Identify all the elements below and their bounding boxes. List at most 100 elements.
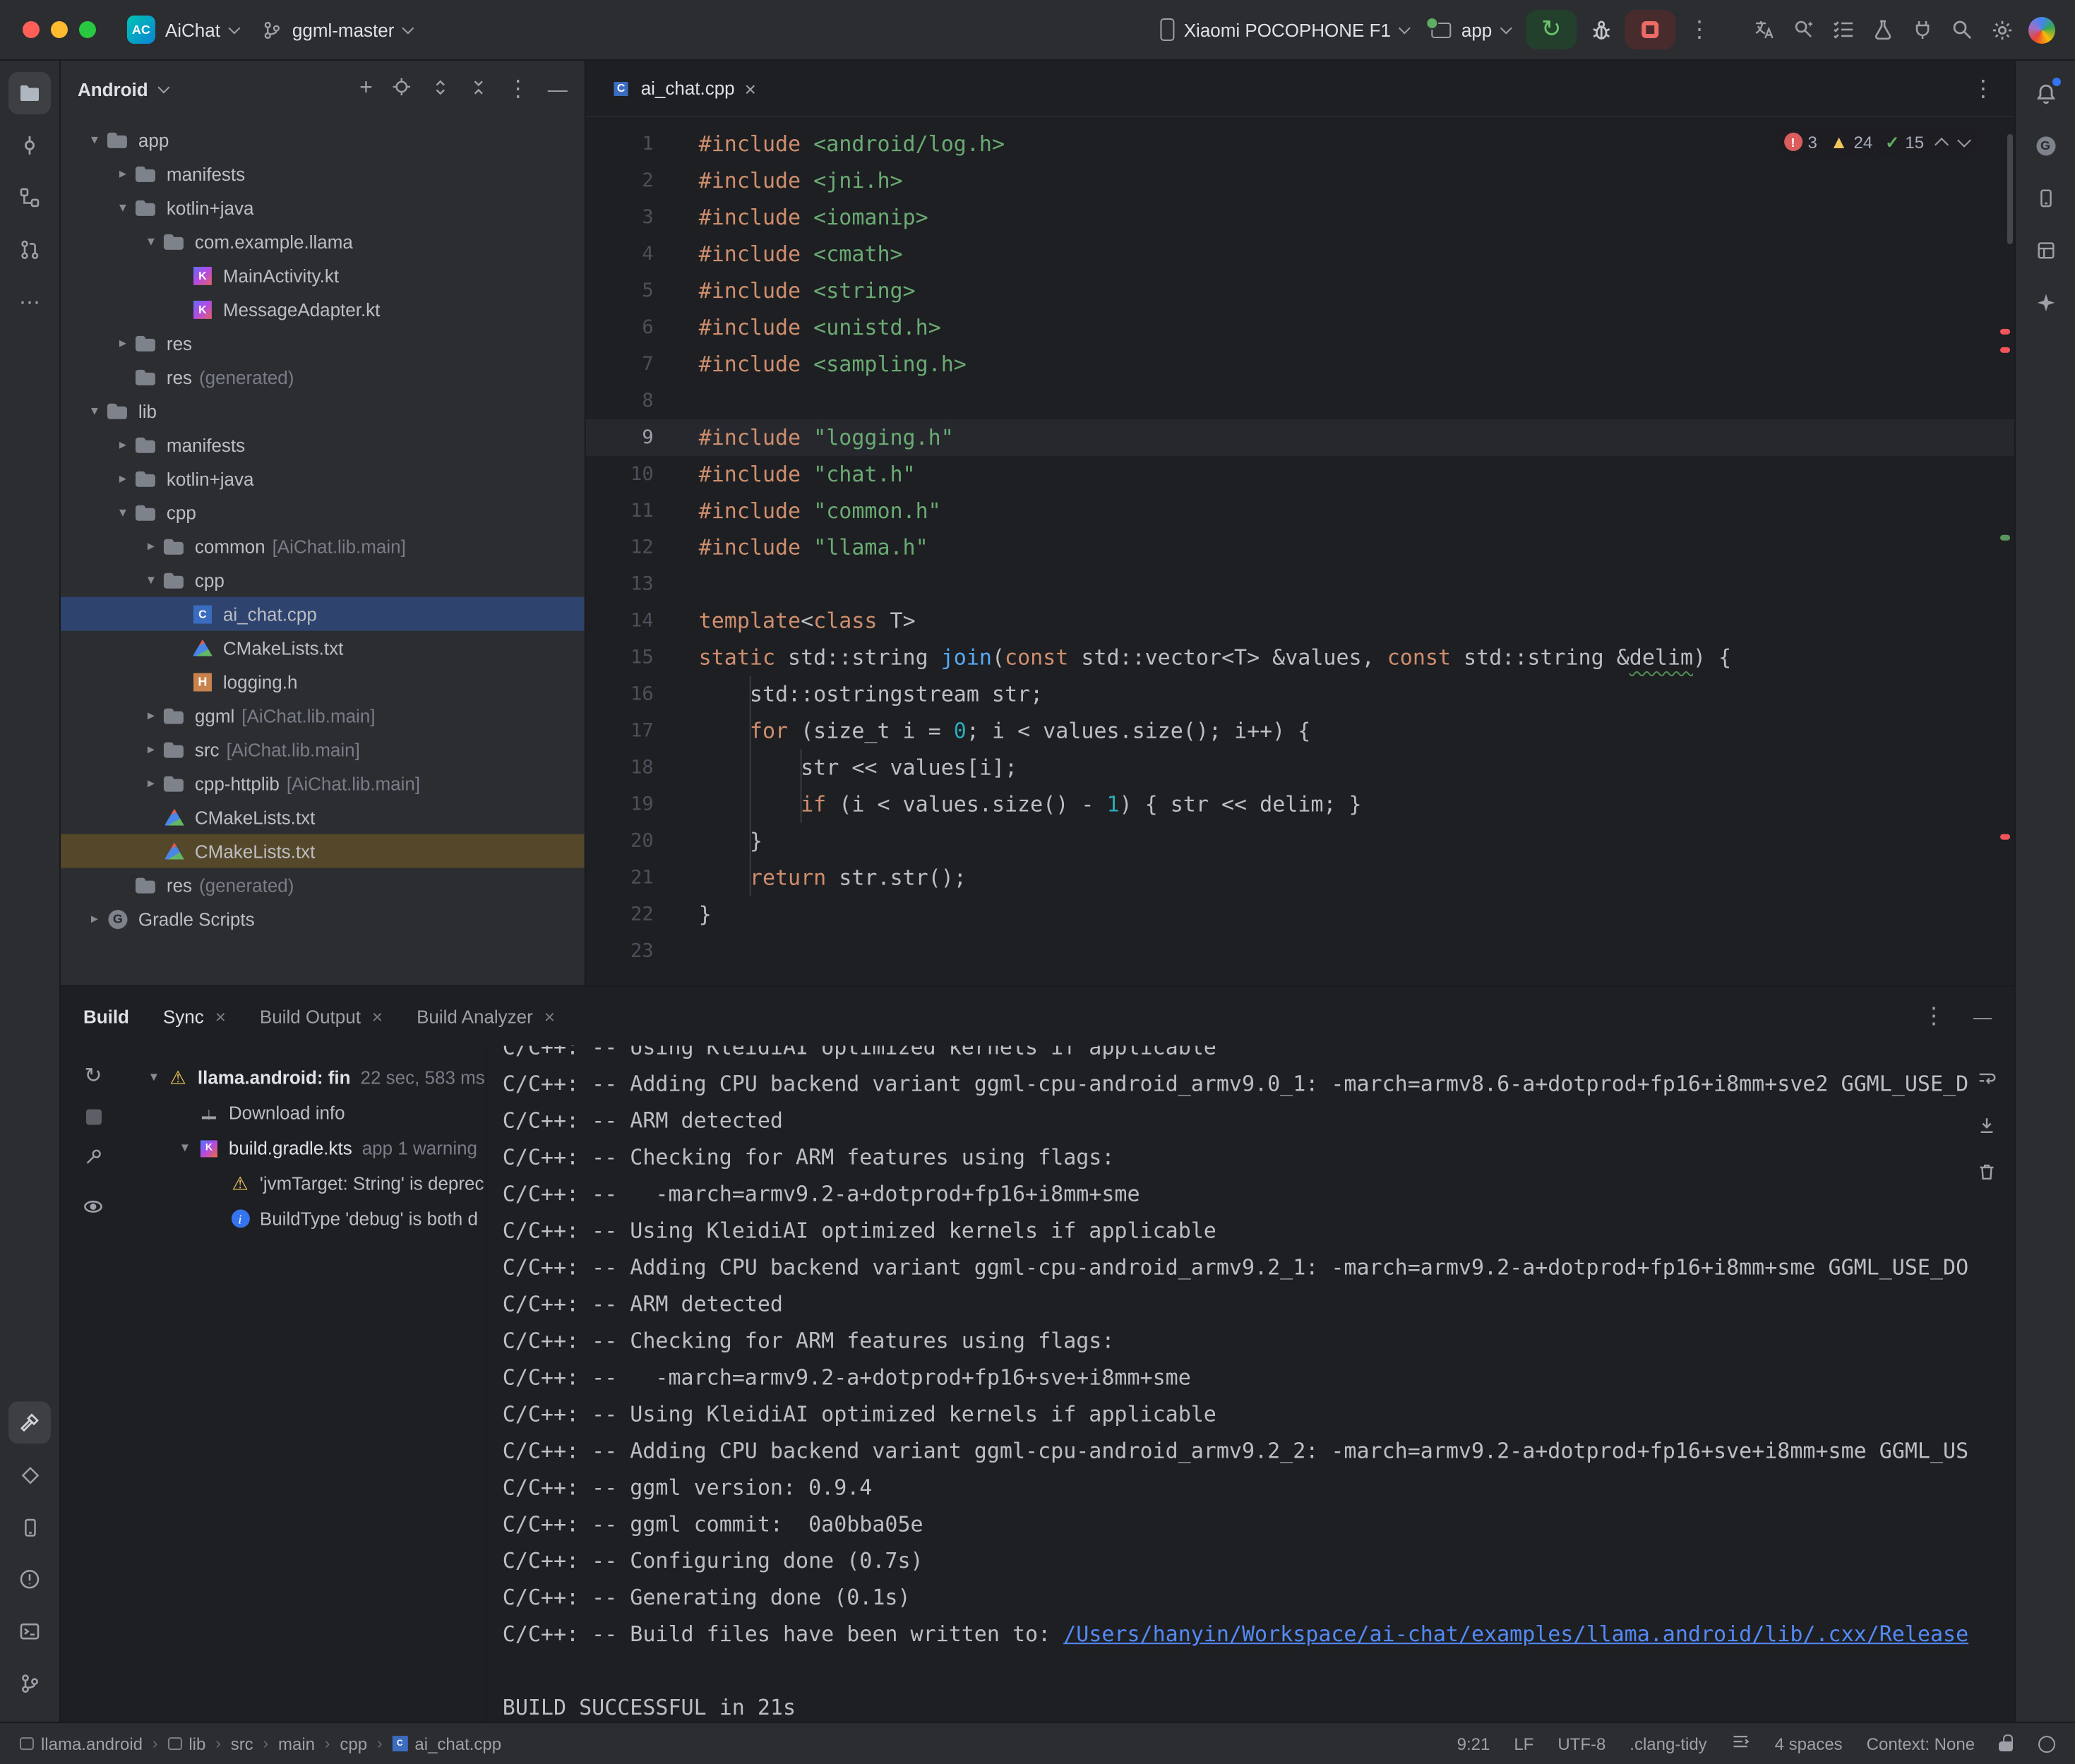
device-manager-tool-button[interactable] — [2024, 176, 2067, 219]
line-number[interactable]: 9 — [586, 419, 654, 456]
search-icon[interactable] — [1942, 10, 1982, 49]
inspect-code-icon[interactable] — [1784, 10, 1824, 49]
project-tree-item[interactable]: CMakeLists.txt — [61, 834, 585, 868]
pin-icon[interactable] — [83, 1146, 104, 1174]
git-tool-button[interactable] — [8, 1662, 51, 1705]
tree-chevron-icon[interactable]: ▸ — [140, 539, 162, 554]
build-output-link[interactable]: /Users/hanyin/Workspace/ai-chat/examples… — [1063, 1621, 1968, 1647]
build-tool-button[interactable] — [8, 1401, 51, 1444]
line-number[interactable]: 4 — [586, 236, 654, 272]
code-line[interactable]: 4#include <cmath> — [586, 236, 2014, 272]
close-tab-icon[interactable]: × — [745, 77, 756, 100]
stop-button[interactable] — [1625, 10, 1675, 49]
change-stripe-mark[interactable] — [2000, 535, 2010, 541]
project-tree-item[interactable]: ▾app — [61, 123, 585, 157]
project-view-selector[interactable]: Android — [78, 78, 148, 100]
line-number[interactable]: 20 — [586, 823, 654, 860]
breadcrumb-item[interactable]: main — [278, 1734, 315, 1753]
soft-wrap-icon[interactable] — [1976, 1068, 1997, 1095]
project-tree-item[interactable]: CMakeLists.txt — [61, 631, 585, 665]
show-details-eye-icon[interactable] — [82, 1195, 104, 1225]
tree-chevron-icon[interactable]: ▾ — [112, 505, 134, 520]
terminal-tool-button[interactable] — [8, 1610, 51, 1652]
project-tree-item[interactable]: ▸kotlin+java — [61, 462, 585, 496]
code-line[interactable]: 20 } — [586, 823, 2014, 860]
code-line[interactable]: 15static std::string join(const std::vec… — [586, 640, 2014, 676]
breadcrumb-item[interactable]: llama.android — [20, 1734, 143, 1753]
line-number[interactable]: 16 — [586, 676, 654, 713]
locate-file-icon[interactable] — [391, 76, 412, 102]
line-number[interactable]: 7 — [586, 346, 654, 383]
build-tab-build-analyzer[interactable]: Build Analyzer× — [417, 1006, 555, 1027]
clang-tidy-widget[interactable]: .clang-tidy — [1629, 1734, 1706, 1753]
debug-button[interactable] — [1581, 10, 1620, 49]
project-tree-item[interactable]: res(generated) — [61, 868, 585, 902]
rerun-sync-icon[interactable]: ↻ — [84, 1062, 102, 1088]
tree-chevron-icon[interactable]: ▾ — [112, 200, 134, 215]
code-line[interactable]: 3#include <iomanip> — [586, 199, 2014, 236]
notifications-button[interactable] — [2024, 72, 2067, 114]
tree-chevron-icon[interactable]: ▸ — [112, 437, 134, 452]
project-tree-item[interactable]: ▾com.example.llama — [61, 224, 585, 258]
minimize-window-button[interactable] — [51, 21, 68, 38]
code-editor[interactable]: 1#include <android/log.h>2#include <jni.… — [586, 117, 2014, 985]
code-line[interactable]: 23 — [586, 933, 2014, 970]
line-number[interactable]: 14 — [586, 603, 654, 640]
project-tree-item[interactable]: ▾cpp — [61, 496, 585, 529]
project-panel-options-icon[interactable]: ⋮ — [507, 75, 530, 103]
code-line[interactable]: 2#include <jni.h> — [586, 162, 2014, 199]
project-tree-item[interactable]: KMessageAdapter.kt — [61, 292, 585, 326]
close-window-button[interactable] — [23, 21, 40, 38]
context-widget[interactable]: Context: None — [1867, 1734, 1975, 1753]
clear-console-icon[interactable] — [1976, 1161, 1997, 1188]
write-access-lock-icon[interactable] — [1999, 1734, 2014, 1753]
indent-widget[interactable]: 4 spaces — [1775, 1734, 1843, 1753]
ai-assistant-tool-button[interactable] — [2024, 281, 2067, 323]
editor-tab[interactable]: C ai_chat.cpp × — [594, 60, 773, 116]
gradle-tool-button[interactable]: G — [2024, 124, 2067, 167]
gemini-avatar[interactable] — [2021, 10, 2061, 49]
tree-chevron-icon[interactable]: ▾ — [174, 1140, 196, 1156]
task-list-icon[interactable] — [1824, 10, 1863, 49]
tree-chevron-icon[interactable]: ▸ — [140, 708, 162, 724]
project-tree-item[interactable]: ▸cpp-httplib[AiChat.lib.main] — [61, 767, 585, 800]
breadcrumb-item[interactable]: cpp — [340, 1734, 367, 1753]
more-tool-windows-icon[interactable]: ⋯ — [8, 281, 51, 323]
line-number[interactable]: 3 — [586, 199, 654, 236]
project-tree-item[interactable]: ▸ggml[AiChat.lib.main] — [61, 699, 585, 733]
code-line[interactable]: 10#include "chat.h" — [586, 456, 2014, 493]
background-tasks-icon[interactable] — [2038, 1735, 2055, 1752]
line-ending-widget[interactable]: LF — [1514, 1734, 1533, 1753]
commit-tool-button[interactable] — [8, 124, 51, 167]
project-tree-item[interactable]: ▸manifests — [61, 157, 585, 191]
line-number[interactable]: 18 — [586, 750, 654, 786]
tree-chevron-icon[interactable]: ▾ — [83, 403, 106, 419]
next-problem-icon[interactable] — [1957, 133, 1971, 147]
error-stripe-mark[interactable] — [2000, 834, 2010, 840]
tree-chevron-icon[interactable]: ▸ — [112, 166, 134, 181]
line-number[interactable]: 6 — [586, 309, 654, 346]
line-number[interactable]: 21 — [586, 860, 654, 896]
code-line[interactable]: 5#include <string> — [586, 272, 2014, 309]
line-number[interactable]: 19 — [586, 786, 654, 823]
error-count[interactable]: ! 3 — [1783, 132, 1817, 152]
code-line[interactable]: 16 std::ostringstream str; — [586, 676, 2014, 713]
project-tree-item[interactable]: ▸manifests — [61, 428, 585, 462]
hide-build-panel-icon[interactable]: — — [1973, 1006, 1992, 1027]
error-stripe-mark[interactable] — [2000, 347, 2010, 353]
running-devices-tool-button[interactable] — [2024, 229, 2067, 271]
tree-chevron-icon[interactable]: ▸ — [140, 742, 162, 757]
line-number[interactable]: 1 — [586, 126, 654, 162]
device-explorer-tool-button[interactable] — [8, 1506, 51, 1548]
tree-chevron-icon[interactable]: ▸ — [83, 911, 106, 927]
code-line[interactable]: 7#include <sampling.h> — [586, 346, 2014, 383]
caret-position-widget[interactable]: 9:21 — [1457, 1734, 1490, 1753]
line-number[interactable]: 23 — [586, 933, 654, 970]
build-tree-item[interactable]: ▾⚠llama.android: fin22 sec, 583 ms — [126, 1060, 486, 1095]
project-tree-item[interactable]: ▸GGradle Scripts — [61, 902, 585, 936]
project-tool-button[interactable] — [8, 72, 51, 114]
project-tree-item[interactable]: ▾cpp — [61, 563, 585, 597]
breadcrumb-item[interactable]: lib — [167, 1734, 205, 1753]
code-line[interactable]: 6#include <unistd.h> — [586, 309, 2014, 346]
maximize-window-button[interactable] — [79, 21, 96, 38]
